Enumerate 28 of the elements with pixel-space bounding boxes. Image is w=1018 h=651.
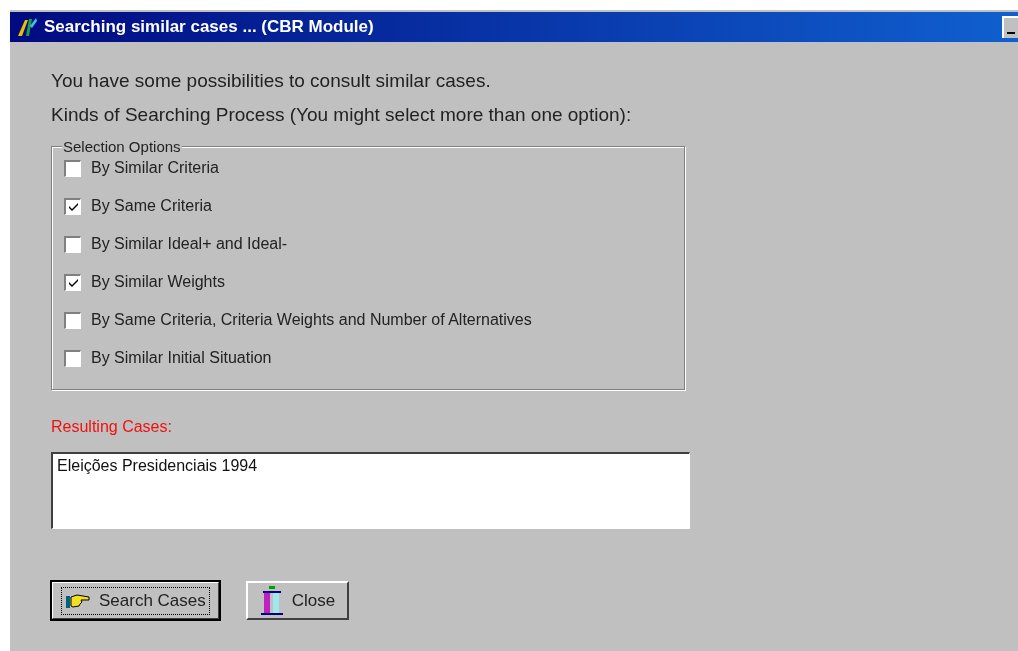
checkbox[interactable] — [64, 235, 81, 253]
checkmark-icon — [67, 277, 79, 288]
results-label: Resulting Cases: — [51, 418, 173, 436]
checkbox-label[interactable]: By Same Criteria — [91, 197, 212, 215]
instruction-text: Kinds of Searching Process (You might select more than one option): — [51, 104, 633, 126]
checkbox-label[interactable]: By Similar Weights — [91, 273, 225, 291]
window-title: Searching similar cases ... (CBR Module) — [44, 17, 375, 37]
pointing-hand-icon — [65, 591, 91, 610]
checkbox-label[interactable]: By Similar Ideal+ and Ideal- — [91, 235, 288, 253]
checkbox[interactable] — [64, 273, 81, 291]
minimize-icon — [1007, 32, 1015, 34]
app-logo-icon — [16, 16, 38, 38]
checkbox-label[interactable]: By Similar Initial Situation — [91, 349, 272, 367]
list-item[interactable]: Eleições Presidenciais 1994 — [57, 457, 685, 475]
checkbox[interactable] — [64, 197, 81, 215]
results-list[interactable]: Eleições Presidenciais 1994 — [51, 452, 690, 529]
checkbox[interactable] — [64, 311, 81, 329]
close-button[interactable]: Close — [245, 581, 350, 620]
checkbox[interactable] — [64, 349, 81, 367]
checkbox-label[interactable]: By Same Criteria, Criteria Weights and Number of Alternatives — [91, 311, 532, 329]
minimize-button[interactable] — [1002, 16, 1018, 38]
checkbox-label[interactable]: By Similar Criteria — [91, 159, 219, 177]
checkbox[interactable] — [64, 159, 81, 177]
door-exit-icon — [259, 585, 284, 616]
instruction-text: You have some possibilities to consult similar cases. — [51, 70, 492, 92]
group-title: Selection Options — [62, 138, 182, 155]
checkmark-icon — [67, 201, 79, 212]
search-button[interactable]: Search Cases — [51, 581, 220, 620]
